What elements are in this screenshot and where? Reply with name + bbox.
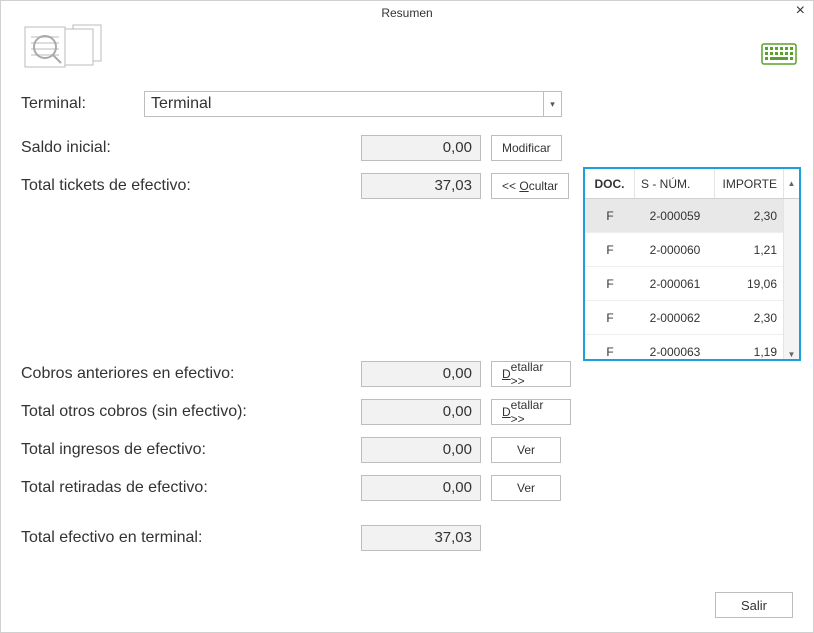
- scroll-down-icon[interactable]: ▼: [783, 199, 799, 359]
- keyboard-icon[interactable]: [761, 43, 797, 68]
- window-title: Resumen: [381, 6, 432, 20]
- total-otros-value: 0,00: [361, 399, 481, 425]
- footer: Salir: [715, 592, 793, 618]
- ticket-cell-doc: F: [585, 345, 635, 359]
- ticket-row[interactable]: F2-0000622,30: [585, 301, 783, 335]
- ticket-cell-snum: 2-000060: [635, 243, 715, 257]
- ticket-cell-snum: 2-000063: [635, 345, 715, 359]
- chevron-down-icon: ▾: [543, 92, 561, 116]
- terminal-select[interactable]: Terminal ▾: [144, 91, 562, 117]
- ticket-cell-doc: F: [585, 243, 635, 257]
- detallar-cobros-button[interactable]: Detallar >>: [491, 361, 571, 387]
- total-tickets-label: Total tickets de efectivo:: [21, 177, 361, 195]
- close-icon[interactable]: ×: [796, 3, 805, 19]
- ticket-cell-doc: F: [585, 277, 635, 291]
- cobros-anteriores-label: Cobros anteriores en efectivo:: [21, 365, 361, 383]
- ticket-header-doc[interactable]: DOC.: [585, 169, 635, 198]
- ticket-row[interactable]: F2-0000601,21: [585, 233, 783, 267]
- total-retiradas-value: 0,00: [361, 475, 481, 501]
- ticket-header-snum[interactable]: S - NÚM.: [635, 169, 715, 198]
- ticket-cell-importe: 1,19: [715, 345, 783, 359]
- total-efectivo-label: Total efectivo en terminal:: [21, 529, 361, 547]
- total-ingresos-label: Total ingresos de efectivo:: [21, 441, 361, 459]
- total-efectivo-value: 37,03: [361, 525, 481, 551]
- terminal-select-value: Terminal: [151, 95, 211, 113]
- ticket-cell-importe: 2,30: [715, 209, 783, 223]
- document-search-icon: [19, 23, 111, 74]
- modificar-button[interactable]: Modificar: [491, 135, 562, 161]
- total-otros-label: Total otros cobros (sin efectivo):: [21, 403, 361, 421]
- saldo-inicial-value: 0,00: [361, 135, 481, 161]
- header-icon-row: [1, 25, 813, 69]
- ticket-header-importe[interactable]: IMPORTE: [715, 169, 783, 198]
- ticket-rows-container: F2-0000592,30F2-0000601,21F2-00006119,06…: [585, 199, 783, 359]
- detallar-otros-button[interactable]: Detallar >>: [491, 399, 571, 425]
- salir-button[interactable]: Salir: [715, 592, 793, 618]
- total-tickets-value: 37,03: [361, 173, 481, 199]
- total-ingresos-value: 0,00: [361, 437, 481, 463]
- ticket-cell-doc: F: [585, 311, 635, 325]
- ver-ingresos-button[interactable]: Ver: [491, 437, 561, 463]
- ticket-cell-snum: 2-000062: [635, 311, 715, 325]
- ticket-cell-snum: 2-000061: [635, 277, 715, 291]
- ticket-cell-importe: 19,06: [715, 277, 783, 291]
- ticket-row[interactable]: F2-0000631,19: [585, 335, 783, 359]
- ticket-cell-doc: F: [585, 209, 635, 223]
- titlebar: Resumen ×: [1, 1, 813, 25]
- total-retiradas-label: Total retiradas de efectivo:: [21, 479, 361, 497]
- ticket-row[interactable]: F2-0000592,30: [585, 199, 783, 233]
- cobros-anteriores-value: 0,00: [361, 361, 481, 387]
- ver-retiradas-button[interactable]: Ver: [491, 475, 561, 501]
- ticket-cell-importe: 2,30: [715, 311, 783, 325]
- terminal-label: Terminal:: [21, 95, 144, 113]
- scroll-up-icon[interactable]: ▲: [783, 169, 799, 198]
- ticket-cell-importe: 1,21: [715, 243, 783, 257]
- ticket-row[interactable]: F2-00006119,06: [585, 267, 783, 301]
- ticket-cell-snum: 2-000059: [635, 209, 715, 223]
- ticket-table-header: DOC. S - NÚM. IMPORTE ▲: [585, 169, 799, 199]
- ocultar-button[interactable]: << Ocultar: [491, 173, 569, 199]
- saldo-inicial-label: Saldo inicial:: [21, 139, 361, 157]
- ticket-table-panel: DOC. S - NÚM. IMPORTE ▲ F2-0000592,30F2-…: [583, 167, 801, 361]
